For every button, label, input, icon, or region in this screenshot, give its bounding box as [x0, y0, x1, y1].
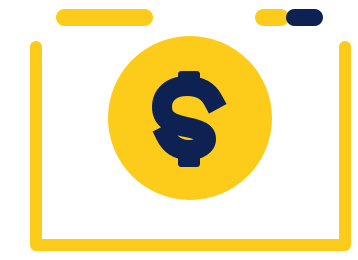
illustration-canvas	[0, 0, 358, 260]
browser-window-icon	[30, 9, 351, 251]
dollar-coin-icon	[108, 36, 272, 200]
window-control-yellow	[255, 9, 289, 26]
title-bar-pill	[56, 9, 153, 26]
window-control-dark	[286, 9, 323, 26]
